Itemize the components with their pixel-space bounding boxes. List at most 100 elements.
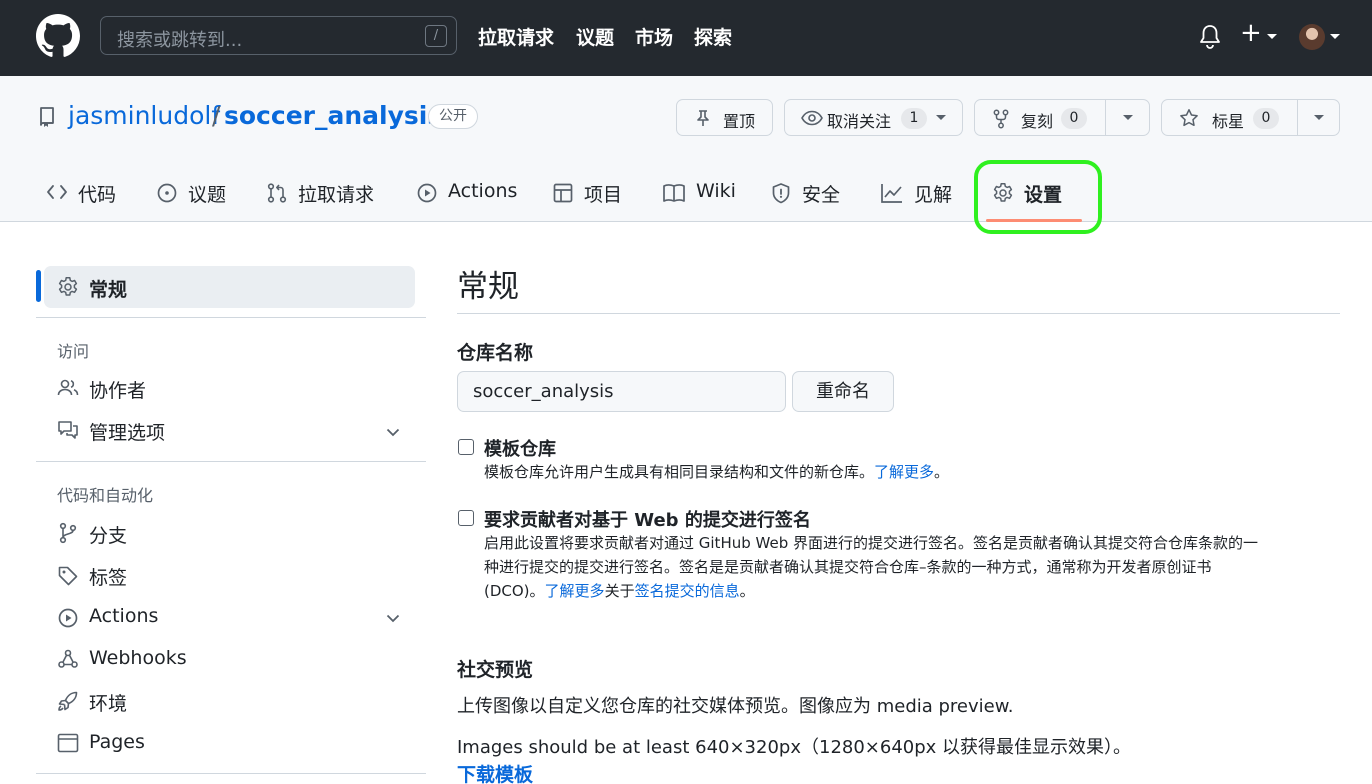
- repo-icon: [38, 106, 56, 128]
- tab-projects-label: 项目: [584, 184, 623, 206]
- nav-issues[interactable]: 议题: [576, 23, 614, 50]
- star-count: 0: [1253, 108, 1279, 129]
- browser-icon: [57, 733, 79, 753]
- sidebar-divider: [36, 317, 426, 318]
- template-repo-title: 模板仓库: [484, 439, 556, 460]
- fork-icon: [993, 109, 1009, 129]
- tab-actions-label: Actions: [448, 180, 518, 202]
- webhook-icon: [57, 648, 79, 670]
- sidebar-item-collaborators-label: 协作者: [89, 380, 147, 402]
- sidebar-item-pages-label: Pages: [89, 731, 145, 753]
- sidebar-group-code-automation: 代码和自动化: [57, 486, 154, 505]
- fork-button[interactable]: 复刻 0: [974, 99, 1150, 136]
- branch-icon: [59, 522, 77, 544]
- download-template-link[interactable]: 下载模板: [457, 760, 533, 784]
- fork-label: 复刻: [1021, 112, 1054, 131]
- nav-marketplace[interactable]: 市场: [635, 23, 673, 50]
- template-repo-description: 模板仓库允许用户生成具有相同目录结构和文件的新仓库。了解更多。: [484, 460, 949, 484]
- eye-icon: [801, 110, 823, 126]
- sidebar-item-actions-label: Actions: [89, 605, 159, 627]
- page-title: 常规: [457, 269, 519, 305]
- global-header: 搜索或跳转到... / 拉取请求 议题 市场 探索 +: [0, 0, 1372, 76]
- chevron-down-icon[interactable]: [1266, 33, 1278, 41]
- dco-text: (DCO)。: [484, 582, 545, 600]
- button-divider: [1297, 100, 1298, 135]
- tab-pull-requests-label: 拉取请求: [298, 184, 375, 206]
- tab-issues-label: 议题: [188, 184, 227, 206]
- chevron-down-icon[interactable]: [1313, 114, 1325, 122]
- star-button[interactable]: 标星 0: [1161, 99, 1340, 136]
- period-text: 。: [934, 463, 950, 481]
- signoff-desc-line: 启用此设置将要求贡献者对通过 GitHub Web 界面进行的提交进行签名。签名…: [484, 534, 1258, 552]
- learn-more-link[interactable]: 了解更多: [545, 582, 605, 600]
- issue-icon: [156, 182, 178, 204]
- about-text: 关于: [604, 582, 635, 600]
- search-shortcut-key: /: [425, 25, 447, 47]
- require-signoff-checkbox[interactable]: [458, 510, 474, 526]
- repo-path-separator: /: [212, 101, 221, 130]
- social-preview-size-note: Images should be at least 640×320px（1280…: [457, 737, 1132, 758]
- pin-label: 置顶: [723, 112, 756, 131]
- table-icon: [552, 182, 574, 204]
- graph-icon: [880, 182, 904, 204]
- template-repo-checkbox[interactable]: [458, 439, 474, 455]
- chevron-down-icon[interactable]: [1329, 33, 1341, 41]
- sidebar-item-branches-label: 分支: [89, 525, 128, 547]
- code-icon: [46, 182, 68, 202]
- book-icon: [662, 182, 686, 204]
- template-repo-desc-text: 模板仓库允许用户生成具有相同目录结构和文件的新仓库。: [484, 463, 875, 481]
- search-input[interactable]: 搜索或跳转到... /: [100, 16, 457, 55]
- tab-wiki-label: Wiki: [696, 180, 736, 202]
- tab-security-label: 安全: [802, 184, 841, 206]
- chevron-down-icon[interactable]: [1122, 114, 1134, 122]
- gear-icon: [57, 276, 79, 298]
- nav-explore[interactable]: 探索: [694, 23, 732, 50]
- repo-name-link[interactable]: soccer_analysis: [224, 101, 442, 130]
- watch-count: 1: [901, 108, 927, 129]
- button-divider: [1105, 100, 1106, 135]
- learn-more-link[interactable]: 了解更多: [874, 463, 934, 481]
- unwatch-label: 取消关注: [827, 112, 892, 131]
- sidebar-divider: [36, 461, 426, 462]
- rename-button[interactable]: 重命名: [792, 371, 894, 412]
- require-signoff-title: 要求贡献者对基于 Web 的提交进行签名: [484, 510, 811, 531]
- sidebar-item-moderation-label: 管理选项: [89, 422, 166, 444]
- avatar[interactable]: [1299, 24, 1325, 50]
- sidebar-divider: [36, 773, 426, 774]
- sidebar-item-webhooks-label: Webhooks: [89, 647, 187, 669]
- play-icon: [416, 182, 438, 204]
- sidebar-item-environments-label: 环境: [89, 693, 128, 715]
- shield-icon: [770, 182, 792, 204]
- rocket-icon: [57, 690, 79, 712]
- repo-name-input[interactable]: [457, 371, 786, 412]
- signoff-info-link[interactable]: 签名提交的信息: [635, 582, 740, 600]
- period-text: 。: [739, 582, 755, 600]
- github-logo-icon[interactable]: [36, 14, 80, 58]
- signoff-desc-line: 种进行提交的提交进行签名。签名是是贡献者确认其提交符合仓库–条款的一种方式，通常…: [484, 558, 1212, 576]
- social-preview-title: 社交预览: [457, 659, 534, 681]
- star-label: 标星: [1212, 112, 1245, 131]
- tab-code-label: 代码: [78, 184, 117, 206]
- social-preview-description: 上传图像以自定义您仓库的社交媒体预览。图像应为 media preview.: [457, 696, 1014, 717]
- chevron-down-icon[interactable]: [386, 614, 400, 623]
- chevron-down-icon[interactable]: [386, 428, 400, 437]
- sidebar-active-indicator: [36, 270, 41, 302]
- visibility-badge: 公开: [428, 104, 478, 129]
- bell-icon[interactable]: [1198, 24, 1222, 50]
- pin-button[interactable]: 置顶: [676, 99, 773, 136]
- sidebar-item-general-label: 常规: [89, 279, 128, 301]
- nav-pull-requests[interactable]: 拉取请求: [478, 23, 554, 50]
- repo-name-label: 仓库名称: [457, 342, 534, 364]
- plus-icon[interactable]: +: [1240, 18, 1262, 48]
- unwatch-button[interactable]: 取消关注 1: [784, 99, 963, 136]
- pull-request-icon: [266, 182, 288, 204]
- chevron-down-icon[interactable]: [935, 114, 947, 122]
- search-placeholder: 搜索或跳转到...: [117, 30, 243, 51]
- tag-icon: [57, 565, 79, 587]
- sidebar-group-access: 访问: [57, 342, 90, 361]
- highlight-annotation: [974, 160, 1102, 234]
- comment-discussion-icon: [57, 420, 79, 440]
- star-icon: [1179, 108, 1199, 128]
- tab-insights-label: 见解: [914, 184, 953, 206]
- repo-owner-link[interactable]: jasminludolf: [68, 101, 220, 130]
